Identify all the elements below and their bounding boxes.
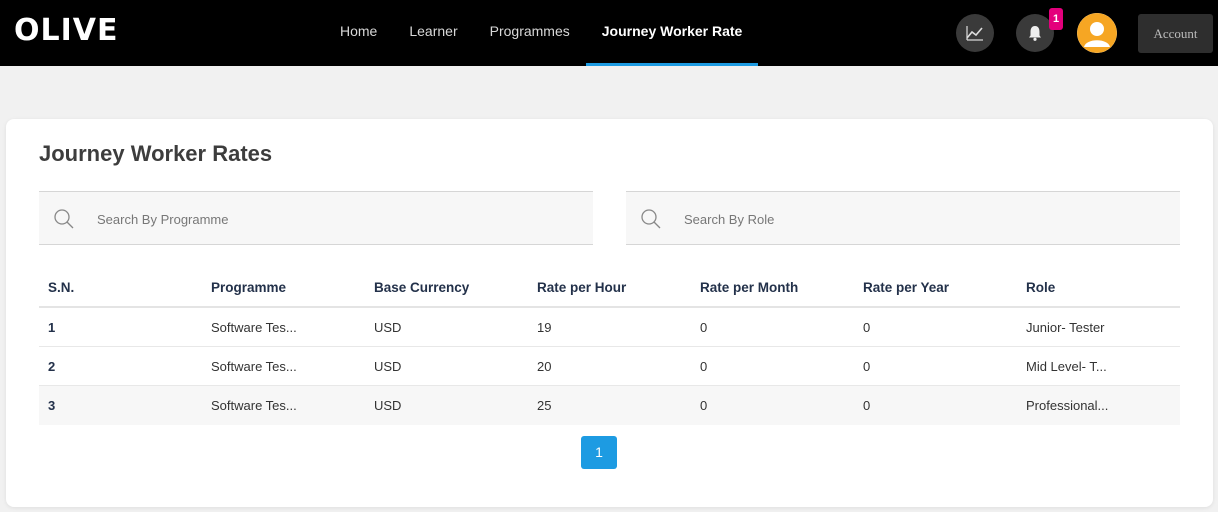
- cell-rate-month: 0: [700, 320, 708, 335]
- cell-currency: USD: [374, 359, 402, 374]
- cell-rate-hour: 20: [537, 359, 552, 374]
- cell-sn: 3: [48, 398, 56, 413]
- rates-table: S.N. Programme Base Currency Rate per Ho…: [39, 269, 1180, 425]
- page-title: Journey Worker Rates: [39, 141, 273, 166]
- cell-role: Professional...: [1026, 398, 1109, 413]
- analytics-button[interactable]: [956, 14, 994, 52]
- search-icon: [641, 209, 661, 229]
- main-nav: Home Learner Programmes Journey Worker R…: [324, 0, 758, 66]
- cell-rate-year: 0: [863, 398, 871, 413]
- cell-role: Junior- Tester: [1026, 320, 1105, 335]
- user-avatar[interactable]: [1077, 13, 1117, 53]
- cell-role: Mid Level- T...: [1026, 359, 1107, 374]
- cell-rate-year: 0: [863, 359, 871, 374]
- col-header-role[interactable]: Role: [1017, 269, 1180, 306]
- table-row[interactable]: 2 Software Tes... USD 20 0 0 Mid Level- …: [39, 347, 1180, 386]
- cell-sn: 2: [48, 359, 56, 374]
- search-icon: [54, 209, 74, 229]
- pagination-page-button[interactable]: 1: [581, 436, 617, 469]
- cell-rate-hour: 25: [537, 398, 552, 413]
- notification-count-badge: 1: [1049, 8, 1063, 30]
- account-button[interactable]: Account: [1138, 14, 1213, 53]
- rates-card: Journey Worker Rates S.N. Programme Base…: [6, 119, 1213, 507]
- col-header-rate-per-hour[interactable]: Rate per Hour: [528, 269, 691, 306]
- bell-icon: [1029, 26, 1041, 41]
- cell-rate-month: 0: [700, 359, 708, 374]
- cell-programme: Software Tes...: [211, 359, 297, 374]
- programme-search-input[interactable]: [97, 206, 497, 232]
- cell-currency: USD: [374, 320, 402, 335]
- cell-rate-month: 0: [700, 398, 708, 413]
- table-row[interactable]: 1 Software Tes... USD 19 0 0 Junior- Tes…: [39, 308, 1180, 347]
- nav-learner[interactable]: Learner: [393, 0, 473, 66]
- nav-journey-worker-rate[interactable]: Journey Worker Rate: [585, 0, 759, 66]
- role-search-input[interactable]: [684, 206, 1084, 232]
- col-header-rate-per-month[interactable]: Rate per Month: [691, 269, 854, 306]
- nav-programmes[interactable]: Programmes: [474, 0, 586, 66]
- programme-search-box: [39, 191, 593, 245]
- table-header: S.N. Programme Base Currency Rate per Ho…: [39, 269, 1180, 308]
- olive-logo[interactable]: OLIVE: [14, 14, 119, 48]
- cell-rate-year: 0: [863, 320, 871, 335]
- table-row[interactable]: 3 Software Tes... USD 25 0 0 Professiona…: [39, 386, 1180, 425]
- chart-icon: [966, 26, 983, 41]
- col-header-rate-per-year[interactable]: Rate per Year: [854, 269, 1017, 306]
- col-header-programme[interactable]: Programme: [202, 269, 365, 306]
- cell-rate-hour: 19: [537, 320, 552, 335]
- cell-programme: Software Tes...: [211, 320, 297, 335]
- top-navbar: OLIVE Home Learner Programmes Journey Wo…: [0, 0, 1218, 66]
- nav-home[interactable]: Home: [324, 0, 393, 66]
- cell-programme: Software Tes...: [211, 398, 297, 413]
- col-header-base-currency[interactable]: Base Currency: [365, 269, 528, 306]
- col-header-sn[interactable]: S.N.: [39, 269, 202, 306]
- role-search-box: [626, 191, 1180, 245]
- cell-currency: USD: [374, 398, 402, 413]
- user-avatar-icon: [1077, 13, 1117, 53]
- cell-sn: 1: [48, 320, 56, 335]
